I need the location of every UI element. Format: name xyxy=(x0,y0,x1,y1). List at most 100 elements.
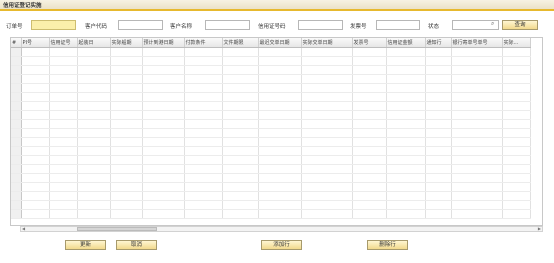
scroll-thumb[interactable] xyxy=(77,227,157,231)
grid-cell[interactable] xyxy=(451,119,503,129)
grid-cell[interactable] xyxy=(386,83,426,93)
grid-cell[interactable] xyxy=(222,191,259,201)
table-row[interactable] xyxy=(11,191,531,201)
grid-cell[interactable] xyxy=(425,56,452,66)
grid-cell[interactable] xyxy=(352,65,387,75)
grid-cell[interactable] xyxy=(110,119,143,129)
grid-cell[interactable] xyxy=(222,74,259,84)
grid-cell[interactable] xyxy=(352,200,387,210)
grid-cell[interactable] xyxy=(49,65,78,75)
row-header-cell[interactable] xyxy=(11,191,22,201)
grid-cell[interactable] xyxy=(502,92,531,102)
grid-cell[interactable] xyxy=(49,128,78,138)
scroll-right-icon[interactable]: ▶ xyxy=(538,226,541,231)
grid-cell[interactable] xyxy=(301,146,353,156)
grid-cell[interactable] xyxy=(425,92,452,102)
grid-cell[interactable] xyxy=(352,128,387,138)
grid-cell[interactable] xyxy=(49,119,78,129)
grid-cell[interactable] xyxy=(301,191,353,201)
grid-cell[interactable] xyxy=(258,200,302,210)
grid-cell[interactable] xyxy=(386,110,426,120)
grid-cell[interactable] xyxy=(222,155,259,165)
grid-cell[interactable] xyxy=(77,146,111,156)
grid-cell[interactable] xyxy=(386,74,426,84)
grid-cell[interactable] xyxy=(110,191,143,201)
grid-cell[interactable] xyxy=(110,182,143,192)
grid-cell[interactable] xyxy=(222,56,259,66)
grid-cell[interactable] xyxy=(386,47,426,57)
table-row[interactable] xyxy=(11,155,531,165)
grid-cell[interactable] xyxy=(352,92,387,102)
grid-cell[interactable] xyxy=(222,173,259,183)
row-header-cell[interactable] xyxy=(11,119,22,129)
grid-cell[interactable] xyxy=(222,128,259,138)
table-row[interactable] xyxy=(11,110,531,120)
grid-cell[interactable] xyxy=(110,146,143,156)
grid-cell[interactable] xyxy=(451,164,503,174)
grid-cell[interactable] xyxy=(77,182,111,192)
grid-cell[interactable] xyxy=(352,56,387,66)
grid-cell[interactable] xyxy=(21,128,50,138)
grid-cell[interactable] xyxy=(301,119,353,129)
grid-cell[interactable] xyxy=(301,83,353,93)
grid-cell[interactable] xyxy=(258,128,302,138)
grid-cell[interactable] xyxy=(77,92,111,102)
add-row-button[interactable]: 添加行 xyxy=(261,240,302,250)
grid-cell[interactable] xyxy=(502,191,531,201)
grid-cell[interactable] xyxy=(502,200,531,210)
grid-cell[interactable] xyxy=(425,119,452,129)
grid-cell[interactable] xyxy=(21,164,50,174)
grid-cell[interactable] xyxy=(21,119,50,129)
grid-cell[interactable] xyxy=(142,191,185,201)
grid-cell[interactable] xyxy=(21,101,50,111)
grid-cell[interactable] xyxy=(301,200,353,210)
grid-cell[interactable] xyxy=(386,101,426,111)
grid-cell[interactable] xyxy=(184,101,223,111)
grid-cell[interactable] xyxy=(258,146,302,156)
grid-cell[interactable] xyxy=(352,173,387,183)
row-header-cell[interactable] xyxy=(11,209,22,219)
grid-cell[interactable] xyxy=(49,182,78,192)
grid-cell[interactable] xyxy=(425,137,452,147)
grid-cell[interactable] xyxy=(301,164,353,174)
grid-cell[interactable] xyxy=(184,155,223,165)
grid-cell[interactable] xyxy=(386,146,426,156)
grid-cell[interactable] xyxy=(258,164,302,174)
grid-cell[interactable] xyxy=(425,191,452,201)
grid-cell[interactable] xyxy=(425,209,452,219)
grid-cell[interactable] xyxy=(110,155,143,165)
grid-cell[interactable] xyxy=(77,110,111,120)
grid-cell[interactable] xyxy=(222,119,259,129)
grid-cell[interactable] xyxy=(451,209,503,219)
grid-cell[interactable] xyxy=(301,65,353,75)
grid-cell[interactable] xyxy=(77,74,111,84)
grid-cell[interactable] xyxy=(258,92,302,102)
grid-cell[interactable] xyxy=(21,65,50,75)
grid-cell[interactable] xyxy=(77,209,111,219)
grid-cell[interactable] xyxy=(258,182,302,192)
table-row[interactable] xyxy=(11,173,531,183)
grid-cell[interactable] xyxy=(77,56,111,66)
grid-cell[interactable] xyxy=(301,47,353,57)
grid-cell[interactable] xyxy=(425,101,452,111)
grid-cell[interactable] xyxy=(258,191,302,201)
search-icon[interactable]: ⌕ xyxy=(491,21,497,27)
row-header-cell[interactable] xyxy=(11,74,22,84)
grid-cell[interactable] xyxy=(386,128,426,138)
grid-cell[interactable] xyxy=(386,209,426,219)
grid-cell[interactable] xyxy=(258,110,302,120)
table-row[interactable] xyxy=(11,164,531,174)
grid-cell[interactable] xyxy=(352,155,387,165)
grid-cell[interactable] xyxy=(425,146,452,156)
query-button[interactable]: 查询 xyxy=(502,20,538,30)
grid-cell[interactable] xyxy=(77,137,111,147)
grid-cell[interactable] xyxy=(184,164,223,174)
row-header-cell[interactable] xyxy=(11,92,22,102)
grid-cell[interactable] xyxy=(21,191,50,201)
grid-cell[interactable] xyxy=(184,47,223,57)
grid-cell[interactable] xyxy=(451,65,503,75)
grid-cell[interactable] xyxy=(301,92,353,102)
row-header-cell[interactable] xyxy=(11,164,22,174)
grid-cell[interactable] xyxy=(451,92,503,102)
grid-cell[interactable] xyxy=(301,173,353,183)
